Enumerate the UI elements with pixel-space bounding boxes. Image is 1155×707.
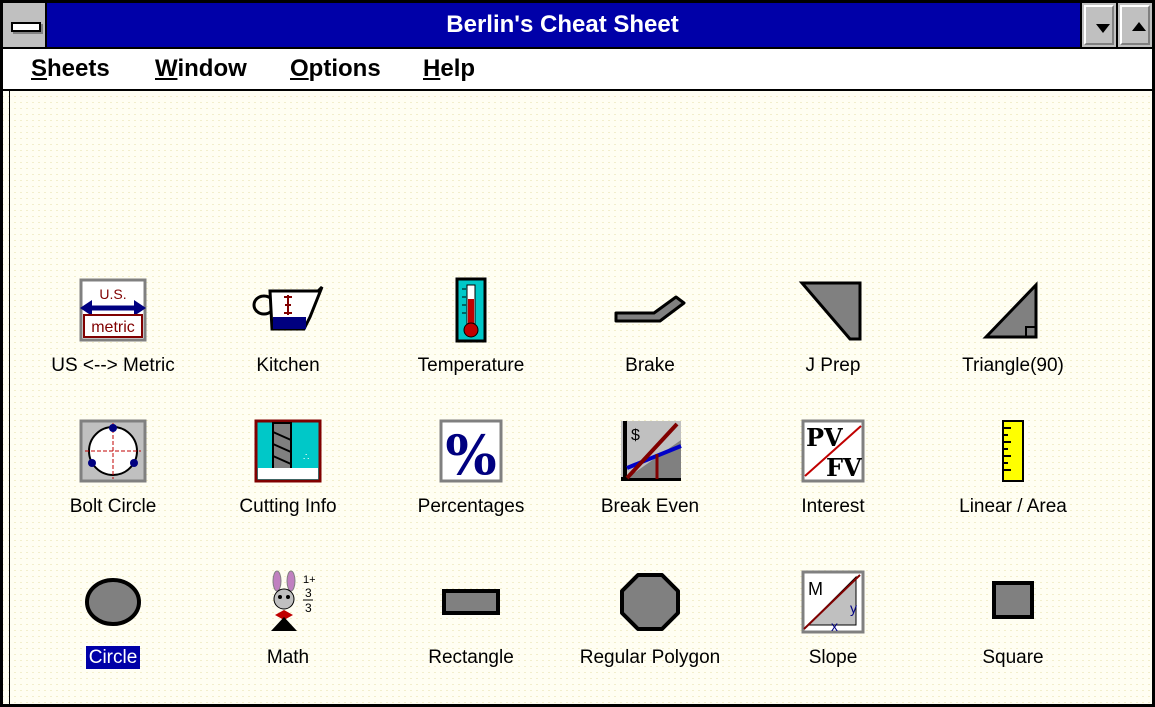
break-even-chart-icon: $ <box>621 421 682 481</box>
svg-text:3: 3 <box>305 586 312 600</box>
sheet-kitchen[interactable]: Kitchen <box>203 277 373 397</box>
svg-text:%: % <box>445 423 496 484</box>
svg-text:x: x <box>831 618 838 634</box>
brake-icon <box>614 295 686 323</box>
title-bar[interactable]: Berlin's Cheat Sheet <box>3 3 1152 49</box>
sheet-label: Linear / Area <box>959 496 1067 517</box>
window-title: Berlin's Cheat Sheet <box>446 11 679 38</box>
sheet-label: Brake <box>625 355 675 376</box>
menu-window[interactable]: Window <box>155 49 247 89</box>
sheet-linear-area[interactable]: Linear / Area <box>928 418 1098 538</box>
j-prep-icon <box>798 281 862 341</box>
svg-text:1+: 1+ <box>303 574 316 586</box>
sheet-label: Rectangle <box>428 647 514 668</box>
octagon-icon <box>620 573 680 631</box>
measuring-cup-icon <box>252 285 324 331</box>
maximize-button[interactable] <box>1116 3 1152 47</box>
maximize-arrow-icon <box>1132 22 1146 31</box>
window-left-edge <box>3 91 10 704</box>
sheet-icon-area: U.S. metric US <--> Metric Kitchen Tempe… <box>3 91 1152 704</box>
sheet-j-prep[interactable]: J Prep <box>748 277 918 397</box>
sheet-temperature[interactable]: Temperature <box>386 277 556 397</box>
svg-text:3: 3 <box>305 601 312 615</box>
svg-text:y: y <box>850 600 857 616</box>
slope-icon: M y x <box>801 570 865 634</box>
svg-text:FV: FV <box>826 453 862 482</box>
minimize-button[interactable] <box>1080 3 1116 47</box>
svg-text:U.S.: U.S. <box>99 286 126 302</box>
sheet-slope[interactable]: M y x Slope <box>748 569 918 689</box>
sheet-brake[interactable]: Brake <box>565 277 735 397</box>
sheet-regular-polygon[interactable]: Regular Polygon <box>565 569 735 689</box>
sheet-label: Slope <box>808 647 858 668</box>
circle-icon <box>85 578 141 626</box>
sheet-label: Kitchen <box>256 355 320 376</box>
sheet-label: Temperature <box>417 355 525 376</box>
sheet-rectangle[interactable]: Rectangle <box>386 569 556 689</box>
sheet-cutting-info[interactable]: ∴ Cutting Info <box>203 418 373 538</box>
sheet-label: Cutting Info <box>239 496 337 517</box>
sheet-bolt-circle[interactable]: Bolt Circle <box>28 418 198 538</box>
drill-bit-icon: ∴ <box>254 419 322 483</box>
menu-options[interactable]: Options <box>290 49 381 89</box>
percent-icon: % <box>439 419 503 484</box>
rectangle-icon <box>442 589 500 615</box>
sheet-label: Percentages <box>417 496 525 517</box>
sheet-break-even[interactable]: $ Break Even <box>565 418 735 538</box>
sheet-label: Triangle(90) <box>962 355 1064 376</box>
sheet-label: J Prep <box>805 355 861 376</box>
system-menu-button[interactable] <box>3 3 47 47</box>
sheet-label: Math <box>266 647 310 668</box>
sheet-circle[interactable]: Circle <box>28 569 198 689</box>
sheet-us-metric[interactable]: U.S. metric US <--> Metric <box>28 277 198 397</box>
sheet-label: Square <box>982 647 1044 668</box>
app-window: Berlin's Cheat Sheet Sheets Window Optio… <box>0 0 1155 707</box>
svg-text:∴: ∴ <box>303 452 309 463</box>
sheet-label: Break Even <box>600 496 700 517</box>
sheet-label: Interest <box>801 496 865 517</box>
sheet-percentages[interactable]: % Percentages <box>386 418 556 538</box>
sheet-label-selected: Circle <box>84 645 142 670</box>
bolt-circle-icon <box>79 419 147 483</box>
menu-sheets[interactable]: Sheets <box>31 49 110 89</box>
minimize-arrow-icon <box>1096 24 1110 33</box>
right-triangle-icon <box>982 281 1038 339</box>
sheet-interest[interactable]: PV FV Interest <box>748 418 918 538</box>
svg-text:M: M <box>808 579 823 599</box>
square-icon <box>992 581 1034 619</box>
pv-fv-icon: PV FV <box>801 419 865 483</box>
menu-bar: Sheets Window Options Help <box>3 49 1152 91</box>
menu-help[interactable]: Help <box>423 49 475 89</box>
ruler-icon <box>1002 420 1024 482</box>
sheet-math[interactable]: 1+ 3 3 Math <box>203 569 373 689</box>
sheet-label: Bolt Circle <box>69 496 157 517</box>
thermometer-icon <box>455 277 487 343</box>
svg-text:$: $ <box>631 427 640 444</box>
sheet-triangle-90[interactable]: Triangle(90) <box>928 277 1098 397</box>
us-metric-icon: U.S. metric <box>79 278 147 342</box>
sheet-square[interactable]: Square <box>928 569 1098 689</box>
sheet-label: US <--> Metric <box>51 355 175 376</box>
math-rabbit-icon: 1+ 3 3 <box>271 570 316 631</box>
svg-text:metric: metric <box>91 319 135 336</box>
sheet-label: Regular Polygon <box>579 647 721 668</box>
system-menu-icon <box>11 22 41 32</box>
